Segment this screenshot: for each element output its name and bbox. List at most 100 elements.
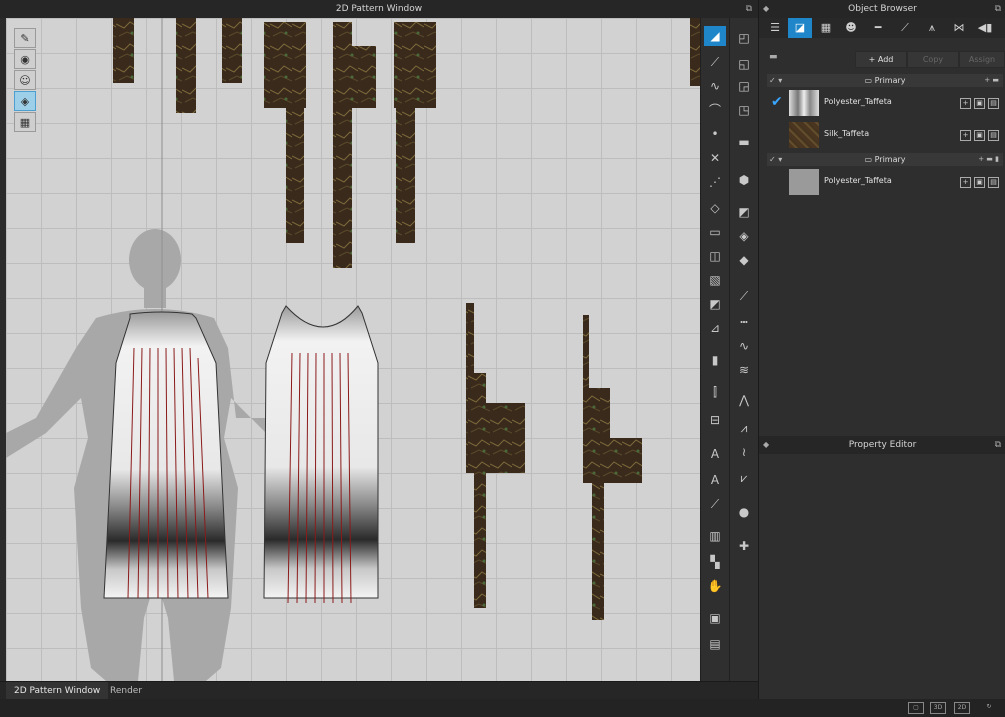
dress-front-piece[interactable] bbox=[103, 311, 229, 599]
internal-polygon-icon[interactable]: ◇ bbox=[704, 198, 726, 218]
transform-pattern-icon[interactable]: ✎ bbox=[14, 28, 36, 48]
dart-icon[interactable]: ◩ bbox=[704, 294, 726, 314]
polygon-icon[interactable]: ⋰ bbox=[704, 172, 726, 192]
trim-icon[interactable]: ⟋ bbox=[893, 18, 917, 38]
tab-render[interactable]: Render bbox=[102, 682, 150, 700]
add-button[interactable]: + Add bbox=[855, 51, 907, 68]
assign-button[interactable]: Assign bbox=[959, 51, 1005, 68]
piping-icon[interactable]: ≀ bbox=[733, 442, 755, 462]
ruler-icon[interactable]: ⊟ bbox=[704, 410, 726, 430]
gift-icon[interactable]: ✚ bbox=[733, 536, 755, 556]
property-editor-body bbox=[759, 454, 1005, 699]
pin-icon[interactable]: ◆ bbox=[763, 436, 769, 454]
fabric-item[interactable]: ✔ Polyester_Taffeta + ▣ ▤ bbox=[767, 90, 1003, 118]
pattern-fill-icon[interactable]: ◆ bbox=[733, 250, 755, 270]
unfold-icon[interactable]: ▮ bbox=[704, 350, 726, 370]
print-layout-icon[interactable]: ▤ bbox=[704, 634, 726, 654]
elastic-icon[interactable]: ≋ bbox=[733, 360, 755, 380]
sewing-check-icon[interactable]: ◳ bbox=[733, 100, 755, 120]
arrangement-icon[interactable]: ▦ bbox=[14, 112, 36, 132]
fabric-thumbnail bbox=[789, 169, 819, 195]
free-sewing-icon[interactable]: ◲ bbox=[733, 76, 755, 96]
topstitch-icon[interactable]: ━ bbox=[866, 18, 890, 38]
annotation-icon[interactable]: A bbox=[704, 470, 726, 490]
fold-icon[interactable]: ⫿ bbox=[704, 382, 726, 402]
fabric-group-header[interactable]: ✓ ▾ ▭ Primary + ▬ ▮ bbox=[767, 153, 1003, 166]
edit-pattern-icon[interactable]: ⟋ bbox=[704, 52, 726, 72]
edit-curvature-icon[interactable]: ⌒ bbox=[704, 100, 726, 120]
zigzag-icon[interactable]: ⋀ bbox=[733, 390, 755, 410]
line-icon[interactable]: ⟋ bbox=[733, 286, 755, 306]
object-browser-tabs: ☰ ◪ ▦ ☻ ━ ⟋ ⩚ ⋈ ◀▮ bbox=[759, 18, 1005, 38]
pin-icon[interactable]: ◆ bbox=[763, 0, 769, 18]
single-view-icon[interactable]: ▢ bbox=[908, 702, 924, 714]
pin-icon[interactable]: ◩ bbox=[733, 202, 755, 222]
3d-view-icon[interactable]: 3D bbox=[930, 702, 946, 714]
pattern-canvas[interactable] bbox=[6, 18, 700, 681]
print-icon[interactable]: ▣ bbox=[704, 608, 726, 628]
buttonhole-icon[interactable]: ☻ bbox=[839, 18, 863, 38]
notch-icon[interactable]: ⊿ bbox=[704, 318, 726, 338]
undock-icon[interactable]: ⧉ bbox=[746, 0, 752, 18]
tack-icon[interactable]: ⬢ bbox=[733, 170, 755, 190]
list-icon[interactable]: ☰ bbox=[763, 18, 787, 38]
bow-icon[interactable]: ⋈ bbox=[947, 18, 971, 38]
folder-icon[interactable]: ▬ bbox=[769, 52, 778, 62]
add-point-icon[interactable]: • bbox=[704, 124, 726, 144]
ellipse-icon[interactable]: ◫ bbox=[704, 246, 726, 266]
right-panel: ◆ Object Browser ⧉ ☰ ◪ ▦ ☻ ━ ⟋ ⩚ ⋈ ◀▮ ▬ … bbox=[758, 0, 1005, 699]
edit-curve-icon[interactable]: ∿ bbox=[704, 76, 726, 96]
button-icon[interactable]: ● bbox=[733, 502, 755, 522]
object-browser-title: Object Browser bbox=[848, 4, 917, 14]
fabric-item[interactable]: Silk_Taffeta + ▣ ▤ bbox=[767, 122, 1003, 150]
fabric-item-actions[interactable]: + ▣ ▤ bbox=[957, 177, 999, 188]
fabric-name: Silk_Taffeta bbox=[824, 129, 870, 138]
grade-icon[interactable]: ▥ bbox=[704, 526, 726, 546]
avatar-view-icon[interactable]: ☺ bbox=[14, 70, 36, 90]
wave-stitch-icon[interactable]: ∿ bbox=[733, 336, 755, 356]
fold-arrangement-icon[interactable]: ◈ bbox=[733, 226, 755, 246]
fabric-item-actions[interactable]: + ▣ ▤ bbox=[957, 130, 999, 141]
texture-view-icon[interactable]: ◈ bbox=[14, 91, 36, 111]
trace-icon[interactable]: ▧ bbox=[704, 270, 726, 290]
topstitch-icon[interactable]: ┅ bbox=[733, 312, 755, 332]
text-icon[interactable]: A bbox=[704, 444, 726, 464]
zipper-icon[interactable]: ⩚ bbox=[920, 18, 944, 38]
cut-icon[interactable]: ✕ bbox=[704, 148, 726, 168]
visibility-icon[interactable]: ◉ bbox=[14, 49, 36, 69]
fabric-name: Polyester_Taffeta bbox=[824, 176, 892, 185]
copy-button[interactable]: Copy bbox=[907, 51, 959, 68]
fabric-apply-icon[interactable]: ▚ bbox=[704, 552, 726, 572]
more-icon[interactable]: ◀▮ bbox=[973, 18, 997, 38]
fabric-thumbnail bbox=[789, 122, 819, 148]
select-mesh-icon[interactable]: ◢ bbox=[704, 26, 726, 46]
fabric-item-actions[interactable]: + ▣ ▤ bbox=[957, 98, 999, 109]
dress-back-piece[interactable] bbox=[263, 305, 379, 604]
status-bar: ▢ 3D 2D ↻ bbox=[0, 699, 1005, 717]
hand-icon[interactable]: ✋ bbox=[704, 576, 726, 596]
2d-view-icon[interactable]: 2D bbox=[954, 702, 970, 714]
property-editor-title: Property Editor bbox=[848, 440, 917, 450]
smocking-icon[interactable]: ⩗ bbox=[733, 468, 755, 488]
sewing-tools-toolbar: ◰ ◱ ◲ ◳ ▬ ⬢ ◩ ◈ ◆ ⟋ ┅ ∿ ≋ ⋀ ⩘ ≀ ⩗ ● ✚ bbox=[729, 18, 759, 681]
object-browser-actions: ▬ + Add Copy Assign bbox=[759, 48, 1005, 68]
button-icon[interactable]: ▦ bbox=[814, 18, 838, 38]
pattern-drawing bbox=[6, 18, 700, 681]
object-browser-header: ◆ Object Browser ⧉ bbox=[759, 0, 1005, 18]
rectangle-icon[interactable]: ▭ bbox=[704, 222, 726, 242]
zipper-icon[interactable]: ⩘ bbox=[733, 418, 755, 438]
undock-icon[interactable]: ⧉ bbox=[995, 436, 1001, 454]
brush-icon[interactable]: ⟋ bbox=[704, 494, 726, 514]
transform-icon[interactable]: ◰ bbox=[733, 28, 755, 48]
left-toolbar: ✎ ◉ ☺ ◈ ▦ bbox=[14, 28, 36, 133]
segment-sewing-icon[interactable]: ◱ bbox=[733, 54, 755, 74]
fabric-group-header[interactable]: ✓ ▾ ▭ Primary + ▬ bbox=[767, 74, 1003, 87]
iron-icon[interactable]: ▬ bbox=[733, 132, 755, 152]
pattern-window-title-text: 2D Pattern Window bbox=[335, 4, 423, 14]
pattern-tools-toolbar: ◢ ⟋ ∿ ⌒ • ✕ ⋰ ◇ ▭ ◫ ▧ ◩ ⊿ ▮ ⫿ ⊟ A A ⟋ ▥ … bbox=[700, 18, 729, 681]
fabric-item[interactable]: Polyester_Taffeta + ▣ ▤ bbox=[767, 169, 1003, 197]
refresh-icon[interactable]: ↻ bbox=[982, 702, 996, 712]
fabric-icon[interactable]: ◪ bbox=[788, 18, 812, 38]
checkmark-icon: ✔ bbox=[771, 94, 783, 110]
undock-icon[interactable]: ⧉ bbox=[995, 0, 1001, 18]
